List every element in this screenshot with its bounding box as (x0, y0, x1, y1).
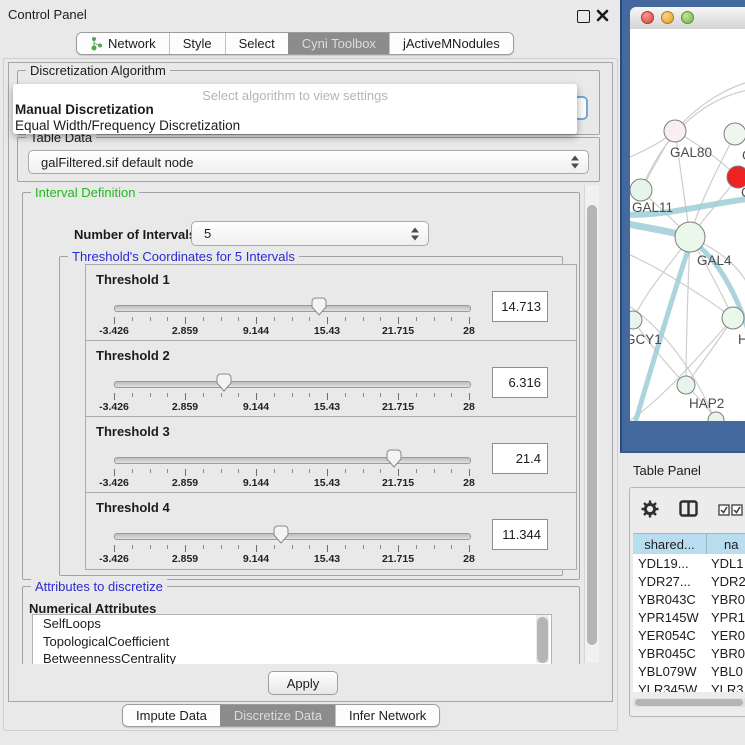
network-icon (90, 36, 103, 51)
settings-scroll-area: Interval Definition Number of Intervals … (17, 184, 598, 664)
numerical-attributes-list[interactable]: SelfLoopsTopologicalCoefficientBetweenne… (32, 614, 552, 664)
network-node[interactable] (630, 179, 652, 201)
bottom-tab-bar: Impute Data Discretize Data Infer Networ… (122, 704, 440, 727)
split-columns-icon[interactable] (679, 500, 698, 517)
network-node-label: GCY1 (630, 332, 662, 347)
top-tab-bar: Network Style Select Cyni Toolbox jActiv… (76, 32, 514, 55)
threshold-1-slider-thumb[interactable] (311, 297, 327, 316)
network-node-label: GAL11 (632, 200, 673, 215)
tab-infer-network[interactable]: Infer Network (335, 705, 439, 726)
interval-definition-group: Interval Definition Number of Intervals … (22, 192, 580, 580)
table-row[interactable]: YPR145WYPR1 (633, 608, 745, 626)
tab-impute-data[interactable]: Impute Data (123, 705, 220, 726)
zoom-traffic-light-icon[interactable] (681, 11, 694, 24)
network-node-label: GAL80 (670, 145, 712, 160)
control-panel-window: Control Panel Network Style Select Cyni … (0, 0, 745, 745)
select-columns-checkboxes-icon[interactable] (718, 504, 744, 516)
table-row[interactable]: YLR345WYLR3 (633, 680, 745, 692)
network-edge[interactable] (686, 318, 733, 385)
threshold-3-slider-thumb[interactable] (386, 449, 402, 468)
threshold-3-panel: Threshold 3 -3.4262.8599.14415.4321.7152… (85, 416, 577, 494)
attributes-list-scrollbar[interactable] (536, 615, 549, 663)
close-icon[interactable] (596, 9, 609, 22)
threshold-1-panel: Threshold 1 -3.4262.8599.14415.4321.7152… (85, 264, 577, 342)
threshold-4-panel: Threshold 4 -3.4262.8599.14415.4321.7152… (85, 492, 577, 570)
discretization-algorithm-group-title: Discretization Algorithm (26, 63, 170, 78)
column-header-shared-name[interactable]: shared... (633, 534, 707, 554)
network-node[interactable] (677, 376, 695, 394)
table-row[interactable]: YER054CYER0 (633, 626, 745, 644)
table-row[interactable]: YDL19...YDL1 (633, 554, 745, 572)
table-data-combobox[interactable]: galFiltered.sif default node (28, 150, 589, 174)
attribute-list-item[interactable]: TopologicalCoefficient (33, 633, 551, 651)
tab-style[interactable]: Style (169, 33, 225, 54)
network-node[interactable] (722, 307, 744, 329)
thresholds-group-title: Threshold's Coordinates for 5 Intervals (68, 249, 299, 264)
network-node-label: H (738, 332, 745, 347)
window-title: Control Panel (8, 7, 87, 22)
tab-jactivemnodules[interactable]: jActiveMNodules (389, 33, 513, 54)
num-intervals-spinner[interactable]: 5 (191, 221, 429, 246)
network-window-titlebar[interactable] (630, 7, 745, 30)
table-panel: shared... na YDL19...YDL1YDR27...YDR2YBR… (629, 487, 745, 717)
close-traffic-light-icon[interactable] (641, 11, 654, 24)
combo-updown-icon (571, 156, 579, 169)
table-row[interactable]: YDR27...YDR2 (633, 572, 745, 590)
threshold-2-value[interactable]: 6.316 (492, 367, 548, 398)
table-body[interactable]: YDL19...YDL1YDR27...YDR2YBR043CYBR0YPR14… (633, 554, 745, 692)
attributes-group-title: Attributes to discretize (31, 579, 167, 594)
network-node-label: C (741, 185, 745, 200)
tab-cyni-toolbox[interactable]: Cyni Toolbox (288, 33, 389, 54)
network-node[interactable] (675, 222, 705, 252)
threshold-1-value[interactable]: 14.713 (492, 291, 548, 322)
apply-button[interactable]: Apply (268, 671, 338, 695)
network-node-label: HAP2 (689, 396, 724, 411)
network-node[interactable] (724, 123, 745, 145)
algorithm-hint-option[interactable]: Select algorithm to view settings (13, 88, 577, 103)
table-panel-title: Table Panel (620, 453, 745, 487)
threshold-4-slider-thumb[interactable] (273, 525, 289, 544)
table-row[interactable]: YBL079WYBL0 (633, 662, 745, 680)
threshold-4-value[interactable]: 11.344 (492, 519, 548, 550)
num-intervals-label: Number of Intervals (74, 227, 196, 242)
network-view[interactable]: GAL80GACGAL11GAL4GCY1HHAP2 (630, 29, 745, 421)
tab-select[interactable]: Select (225, 33, 288, 54)
settings-vertical-scrollbar[interactable] (584, 185, 599, 663)
table-row[interactable]: YBR043CYBR0 (633, 590, 745, 608)
minimize-traffic-light-icon[interactable] (661, 11, 674, 24)
tab-discretize-data[interactable]: Discretize Data (220, 705, 335, 726)
table-row[interactable]: YBR045CYBR0 (633, 644, 745, 662)
table-horizontal-scrollbar[interactable] (633, 698, 745, 707)
tab-network[interactable]: Network (77, 33, 169, 54)
network-node[interactable] (664, 120, 686, 142)
table-settings-gear-icon[interactable] (641, 500, 659, 518)
table-header-row: shared... na (633, 533, 745, 555)
network-edge[interactable] (633, 320, 686, 385)
algorithm-dropdown-popup: Select algorithm to view settings Manual… (13, 84, 577, 134)
float-window-icon[interactable] (577, 10, 590, 23)
network-node[interactable] (708, 412, 724, 421)
interval-definition-group-title: Interval Definition (31, 185, 139, 200)
network-node-label: GAL4 (697, 253, 732, 268)
algorithm-option-manual[interactable]: Manual Discretization (15, 102, 154, 117)
threshold-3-value[interactable]: 21.4 (492, 443, 548, 474)
attribute-list-item[interactable]: SelfLoops (33, 615, 551, 633)
spinner-updown-icon (411, 227, 419, 240)
column-header-name[interactable]: na (707, 534, 745, 554)
threshold-2-slider-thumb[interactable] (216, 373, 232, 392)
algorithm-option-equal-width[interactable]: Equal Width/Frequency Discretization (15, 118, 240, 133)
table-data-group: Table Data galFiltered.sif default node (17, 137, 600, 182)
attribute-list-item[interactable]: BetweennessCentrality (33, 650, 551, 664)
threshold-2-panel: Threshold 2 -3.4262.8599.14415.4321.7152… (85, 340, 577, 418)
